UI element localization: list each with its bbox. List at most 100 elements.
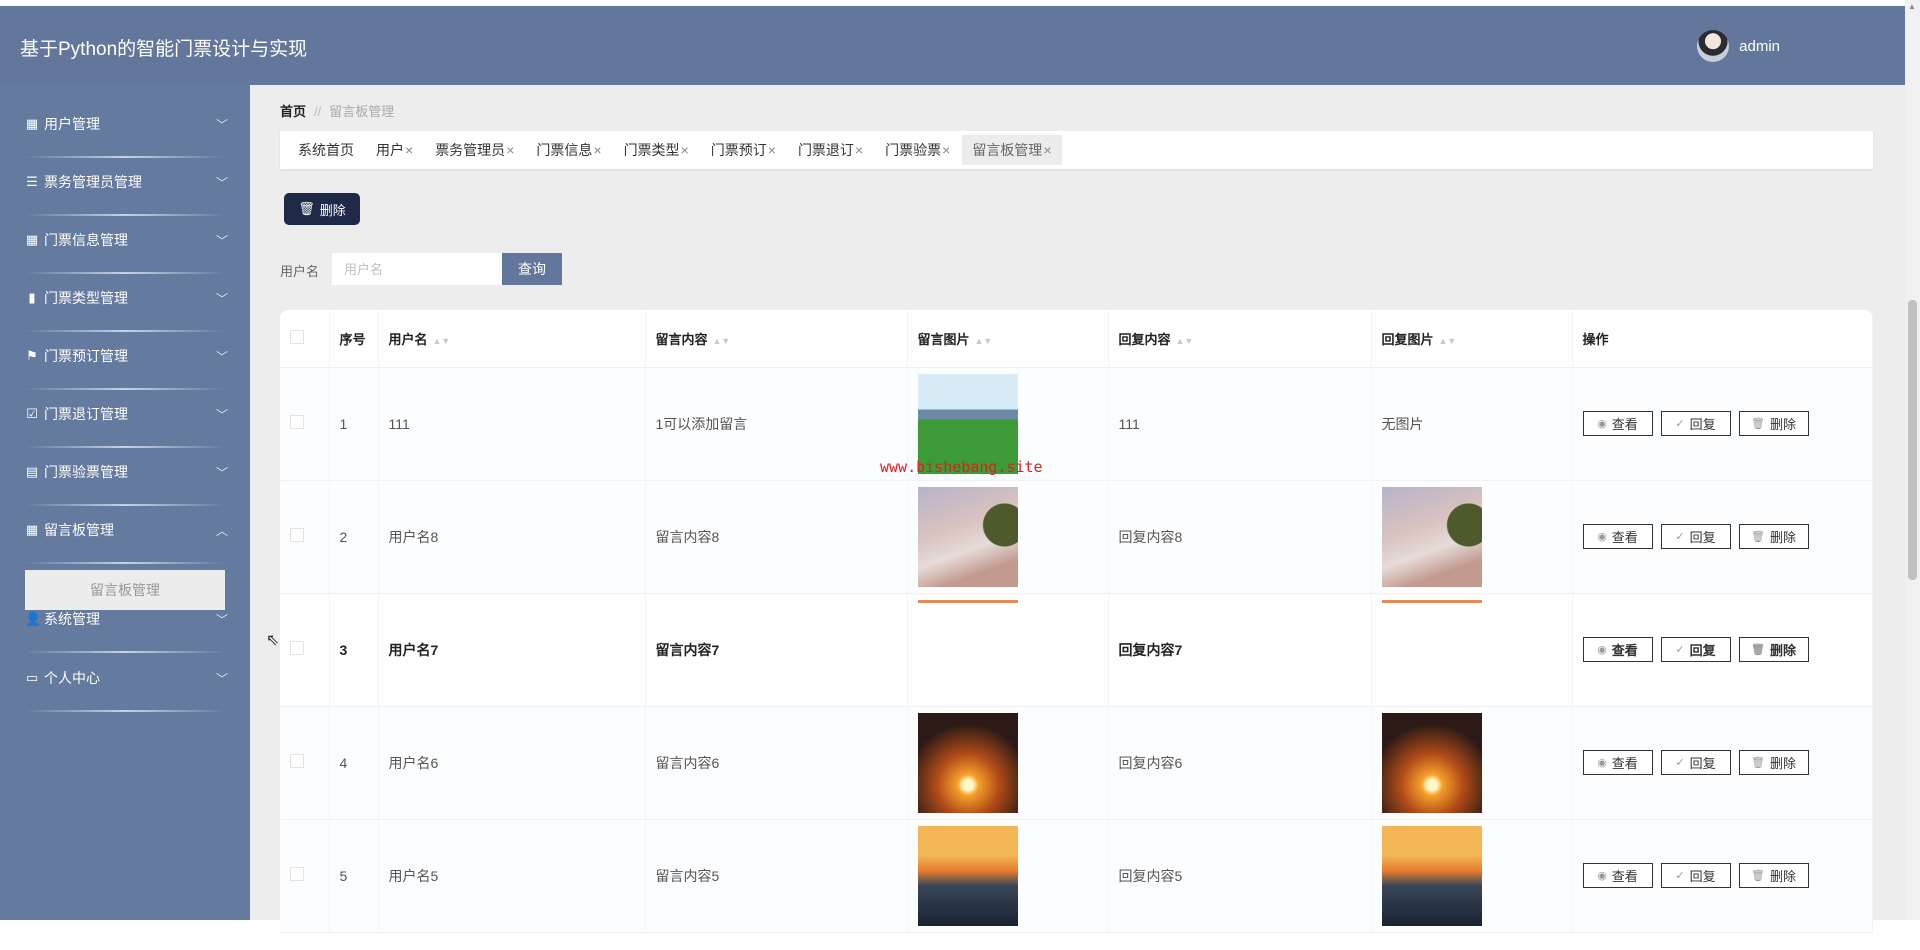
view-button[interactable]: ◉ 查看 <box>1582 637 1653 662</box>
username[interactable]: admin <box>1739 38 1780 55</box>
row-checkbox[interactable] <box>290 415 304 429</box>
bar-chart-icon: ▮ <box>28 290 36 305</box>
row-content: 留言内容7 <box>645 593 908 707</box>
close-icon[interactable]: × <box>506 142 514 158</box>
sidebar-item-8[interactable]: 👤 系统管理 ﹀ <box>0 599 250 653</box>
sidebar-item-7[interactable]: ▦ 留言板管理 ︿ <box>0 510 250 564</box>
reply-button[interactable]: ✓ 回复 <box>1660 411 1731 436</box>
row-reply-image: 无图片 <box>1371 367 1573 481</box>
delete-button[interactable]: 🗑 删除 <box>1738 750 1809 775</box>
tab-label: 门票信息 <box>536 142 593 158</box>
view-label: 查看 <box>1611 417 1638 432</box>
tab-6[interactable]: 门票退订× <box>788 135 873 165</box>
tab-bar: 系统首页 用户× 票务管理员× 门票信息× 门票类型× 门票预订× 门票退订× 门票验票× 留言… <box>280 131 1873 169</box>
delete-button[interactable]: 🗑 删除 <box>1738 524 1809 549</box>
delete-button[interactable]: 🗑 删除 <box>1738 637 1809 662</box>
thumbnail-image[interactable] <box>917 599 1018 700</box>
tab-1[interactable]: 用户× <box>366 135 423 165</box>
row-reply-image <box>1371 706 1573 820</box>
select-all-checkbox[interactable] <box>290 329 304 344</box>
column-header[interactable]: 用户名 ▲▼ <box>378 310 646 368</box>
app-title: 基于Python的智能门票设计与实现 <box>20 39 308 60</box>
flag-icon: ⚑ <box>26 348 38 363</box>
sidebar-item-label: 门票信息管理 <box>44 232 128 248</box>
sort-icon[interactable]: ▲▼ <box>1439 336 1457 346</box>
close-icon[interactable]: × <box>1043 142 1051 158</box>
close-icon[interactable]: × <box>942 142 950 158</box>
column-header[interactable]: 留言图片 ▲▼ <box>907 310 1109 368</box>
row-checkbox[interactable] <box>290 528 304 542</box>
tab-0[interactable]: 系统首页 <box>288 135 364 165</box>
thumbnail-image[interactable] <box>917 486 1018 587</box>
search-button[interactable]: 查询 <box>502 253 562 285</box>
table-row: 4 用户名6 留言内容6 回复内容6 ◉ 查看 ✓ 回复 🗑 删除 <box>280 706 1873 820</box>
sidebar-item-label: 门票退订管理 <box>44 406 128 422</box>
close-icon[interactable]: × <box>768 142 776 158</box>
row-checkbox[interactable] <box>290 867 304 881</box>
scroll-up-icon[interactable]: ▲ <box>1908 2 1916 11</box>
close-icon[interactable]: × <box>405 142 413 158</box>
batch-delete-button[interactable]: 🗑 删除 <box>284 193 360 225</box>
sidebar-item-6[interactable]: ▤ 门票验票管理 ﹀ <box>0 452 250 506</box>
sidebar: 留言板管理 ▦ 用户管理 ﹀ ☰ 票务管理员管理 ﹀ ▦ 门票信息管理 ﹀ ▮ 门票类型管理 ﹀ ⚑ 门票… <box>0 85 250 920</box>
tab-4[interactable]: 门票类型× <box>614 135 699 165</box>
reply-button[interactable]: ✓ 回复 <box>1660 750 1731 775</box>
tab-label: 门票类型 <box>623 142 680 158</box>
no-image-text: 无图片 <box>1381 415 1424 432</box>
breadcrumb-home[interactable]: 首页 <box>280 104 306 119</box>
row-checkbox[interactable] <box>290 641 304 655</box>
user-menu[interactable]: admin <box>1697 30 1780 62</box>
thumbnail-image[interactable] <box>917 712 1018 813</box>
scrollbar-thumb[interactable] <box>1908 300 1917 580</box>
username-search-input[interactable] <box>332 253 502 285</box>
close-icon[interactable]: × <box>681 142 689 158</box>
close-icon[interactable]: × <box>855 142 863 158</box>
column-header-label: 回复内容 <box>1118 331 1171 347</box>
tab-3[interactable]: 门票信息× <box>526 135 611 165</box>
close-icon[interactable]: × <box>593 142 601 158</box>
tab-7[interactable]: 门票验票× <box>875 135 960 165</box>
row-checkbox[interactable] <box>290 754 304 768</box>
thumbnail-image[interactable] <box>917 825 1018 926</box>
delete-button[interactable]: 🗑 删除 <box>1738 411 1809 436</box>
sidebar-item-4[interactable]: ⚑ 门票预订管理 ﹀ <box>0 336 250 390</box>
row-actions: ◉ 查看 ✓ 回复 🗑 删除 <box>1572 706 1873 820</box>
sort-icon[interactable]: ▲▼ <box>975 336 993 346</box>
reply-label: 回复 <box>1689 869 1716 884</box>
view-button[interactable]: ◉ 查看 <box>1582 524 1653 549</box>
avatar[interactable] <box>1697 30 1730 62</box>
reply-button[interactable]: ✓ 回复 <box>1660 863 1731 888</box>
reply-button[interactable]: ✓ 回复 <box>1660 524 1731 549</box>
tab-5[interactable]: 门票预订× <box>701 135 786 165</box>
sidebar-item-0[interactable]: ▦ 用户管理 ﹀ <box>0 104 250 158</box>
sort-icon[interactable]: ▲▼ <box>433 336 451 346</box>
sidebar-item-2[interactable]: ▦ 门票信息管理 ﹀ <box>0 220 250 274</box>
sidebar-item-3[interactable]: ▮ 门票类型管理 ﹀ <box>0 278 250 332</box>
column-header[interactable]: 回复内容 ▲▼ <box>1108 310 1372 368</box>
grid-icon: ▦ <box>25 116 39 131</box>
thumbnail-image[interactable] <box>1381 825 1482 926</box>
sort-icon[interactable]: ▲▼ <box>713 336 731 346</box>
tab-8[interactable]: 留言板管理× <box>962 135 1062 165</box>
view-button[interactable]: ◉ 查看 <box>1582 750 1653 775</box>
sort-icon[interactable]: ▲▼ <box>1176 336 1194 346</box>
view-button[interactable]: ◉ 查看 <box>1582 863 1653 888</box>
column-header[interactable]: 回复图片 ▲▼ <box>1371 310 1573 368</box>
thumbnail-image[interactable] <box>1381 599 1482 700</box>
breadcrumb: 首页 // 留言板管理 <box>280 101 394 120</box>
reply-button[interactable]: ✓ 回复 <box>1660 637 1731 662</box>
column-header[interactable]: 留言内容 ▲▼ <box>645 310 908 368</box>
sidebar-item-9[interactable]: ▭ 个人中心 ﹀ <box>0 658 250 712</box>
thumbnail-image[interactable] <box>1381 486 1482 587</box>
page-scrollbar[interactable]: ▲ <box>1905 0 1920 920</box>
thumbnail-image[interactable] <box>1381 712 1482 813</box>
delete-button[interactable]: 🗑 删除 <box>1738 863 1809 888</box>
chevron-down-icon: ﹀ <box>215 612 228 627</box>
reply-label: 回复 <box>1689 756 1716 771</box>
sidebar-item-5[interactable]: ☑ 门票退订管理 ﹀ <box>0 394 250 448</box>
tab-2[interactable]: 票务管理员× <box>425 135 524 165</box>
view-button[interactable]: ◉ 查看 <box>1582 411 1653 436</box>
check-circle-icon: ✓ <box>1675 644 1685 656</box>
chevron-down-icon: ﹀ <box>215 407 228 422</box>
sidebar-item-1[interactable]: ☰ 票务管理员管理 ﹀ <box>0 162 250 216</box>
